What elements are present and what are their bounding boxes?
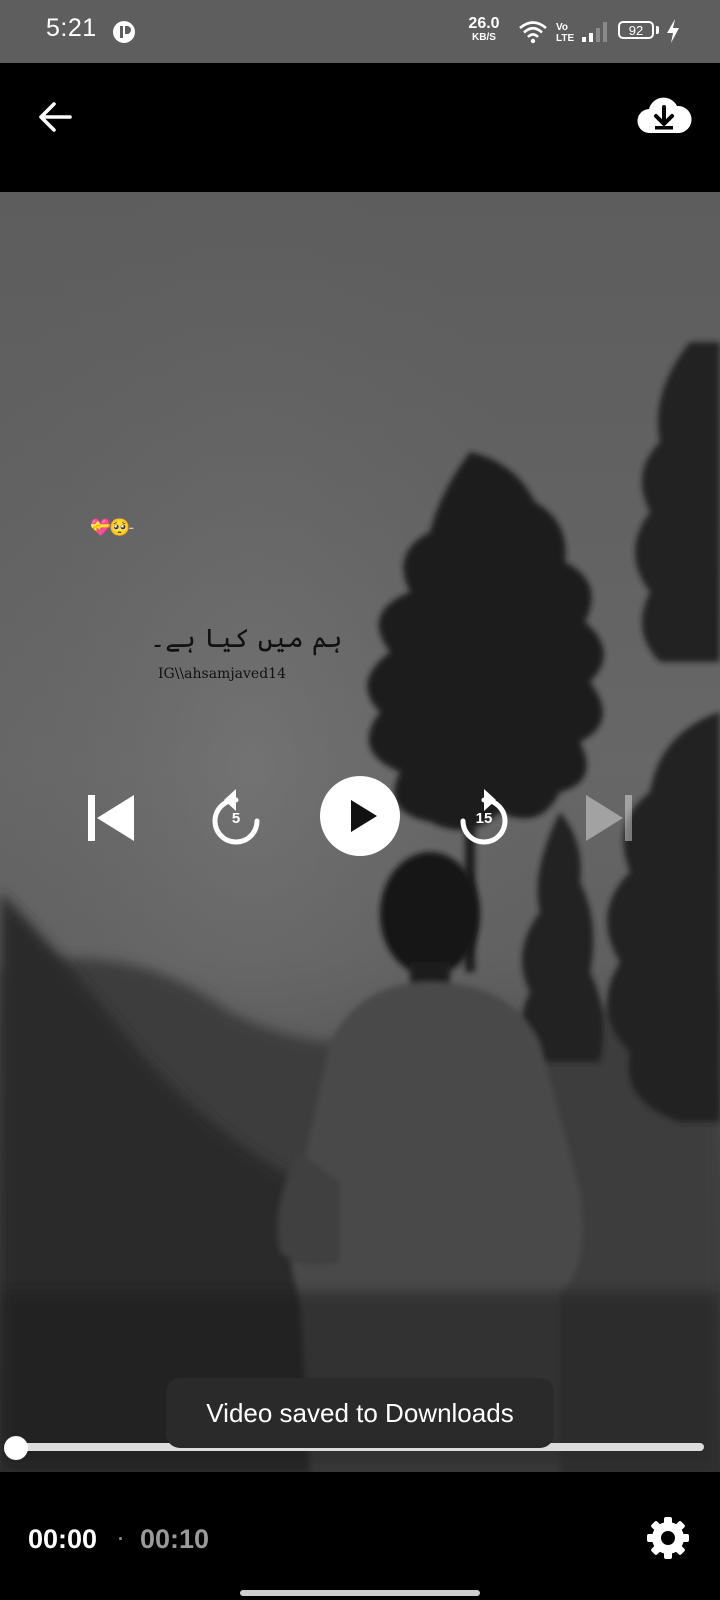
back-button[interactable] bbox=[30, 91, 82, 143]
rewind-button[interactable]: 5 bbox=[206, 786, 266, 850]
svg-text:LTE: LTE bbox=[556, 33, 574, 44]
signal-icon bbox=[582, 22, 607, 42]
status-time: 5:21 bbox=[46, 14, 97, 42]
arrow-left-icon bbox=[39, 102, 72, 132]
network-speed: 26.0 KB/S bbox=[468, 15, 500, 43]
cloud-download-icon bbox=[637, 97, 692, 134]
home-indicator[interactable] bbox=[240, 1590, 480, 1596]
battery-cap bbox=[656, 26, 659, 34]
gear-icon bbox=[647, 1517, 689, 1559]
playback-controls: 5 15 bbox=[0, 192, 720, 1472]
app-bar bbox=[0, 63, 720, 192]
settings-button[interactable] bbox=[646, 1516, 690, 1560]
total-time: 00:10 bbox=[140, 1524, 210, 1554]
status-bar: 5:21 26.0 KB/S Vo LTE 92 bbox=[0, 0, 720, 63]
current-time: 00:00 bbox=[28, 1524, 98, 1554]
play-button[interactable] bbox=[320, 776, 400, 856]
bottom-bar: 00:00 · 00:10 bbox=[0, 1472, 720, 1600]
svg-text:Vo: Vo bbox=[556, 22, 568, 33]
charging-icon bbox=[667, 19, 679, 43]
forward-seconds-label: 15 bbox=[475, 810, 493, 827]
skip-previous-icon bbox=[88, 795, 134, 841]
toast-message: Video saved to Downloads bbox=[166, 1378, 554, 1448]
previous-button[interactable] bbox=[86, 792, 138, 844]
battery-icon: 92 bbox=[618, 21, 654, 39]
rewind-seconds-label: 5 bbox=[231, 810, 241, 827]
forward-button[interactable]: 15 bbox=[454, 786, 514, 850]
seek-thumb[interactable] bbox=[4, 1436, 28, 1460]
skip-next-icon bbox=[586, 795, 632, 841]
volte-icon: Vo LTE bbox=[556, 22, 574, 44]
app-notification-icon bbox=[113, 21, 135, 43]
next-button[interactable] bbox=[582, 792, 634, 844]
wifi-icon bbox=[519, 21, 547, 44]
time-separator: · bbox=[116, 1522, 125, 1552]
play-icon bbox=[351, 800, 377, 832]
status-indicators: 26.0 KB/S Vo LTE 92 bbox=[420, 0, 720, 63]
video-player-screen: 5:21 26.0 KB/S Vo LTE 92 💝🥺‐ ہم میں کیا … bbox=[0, 0, 720, 1600]
download-button[interactable] bbox=[634, 93, 694, 141]
